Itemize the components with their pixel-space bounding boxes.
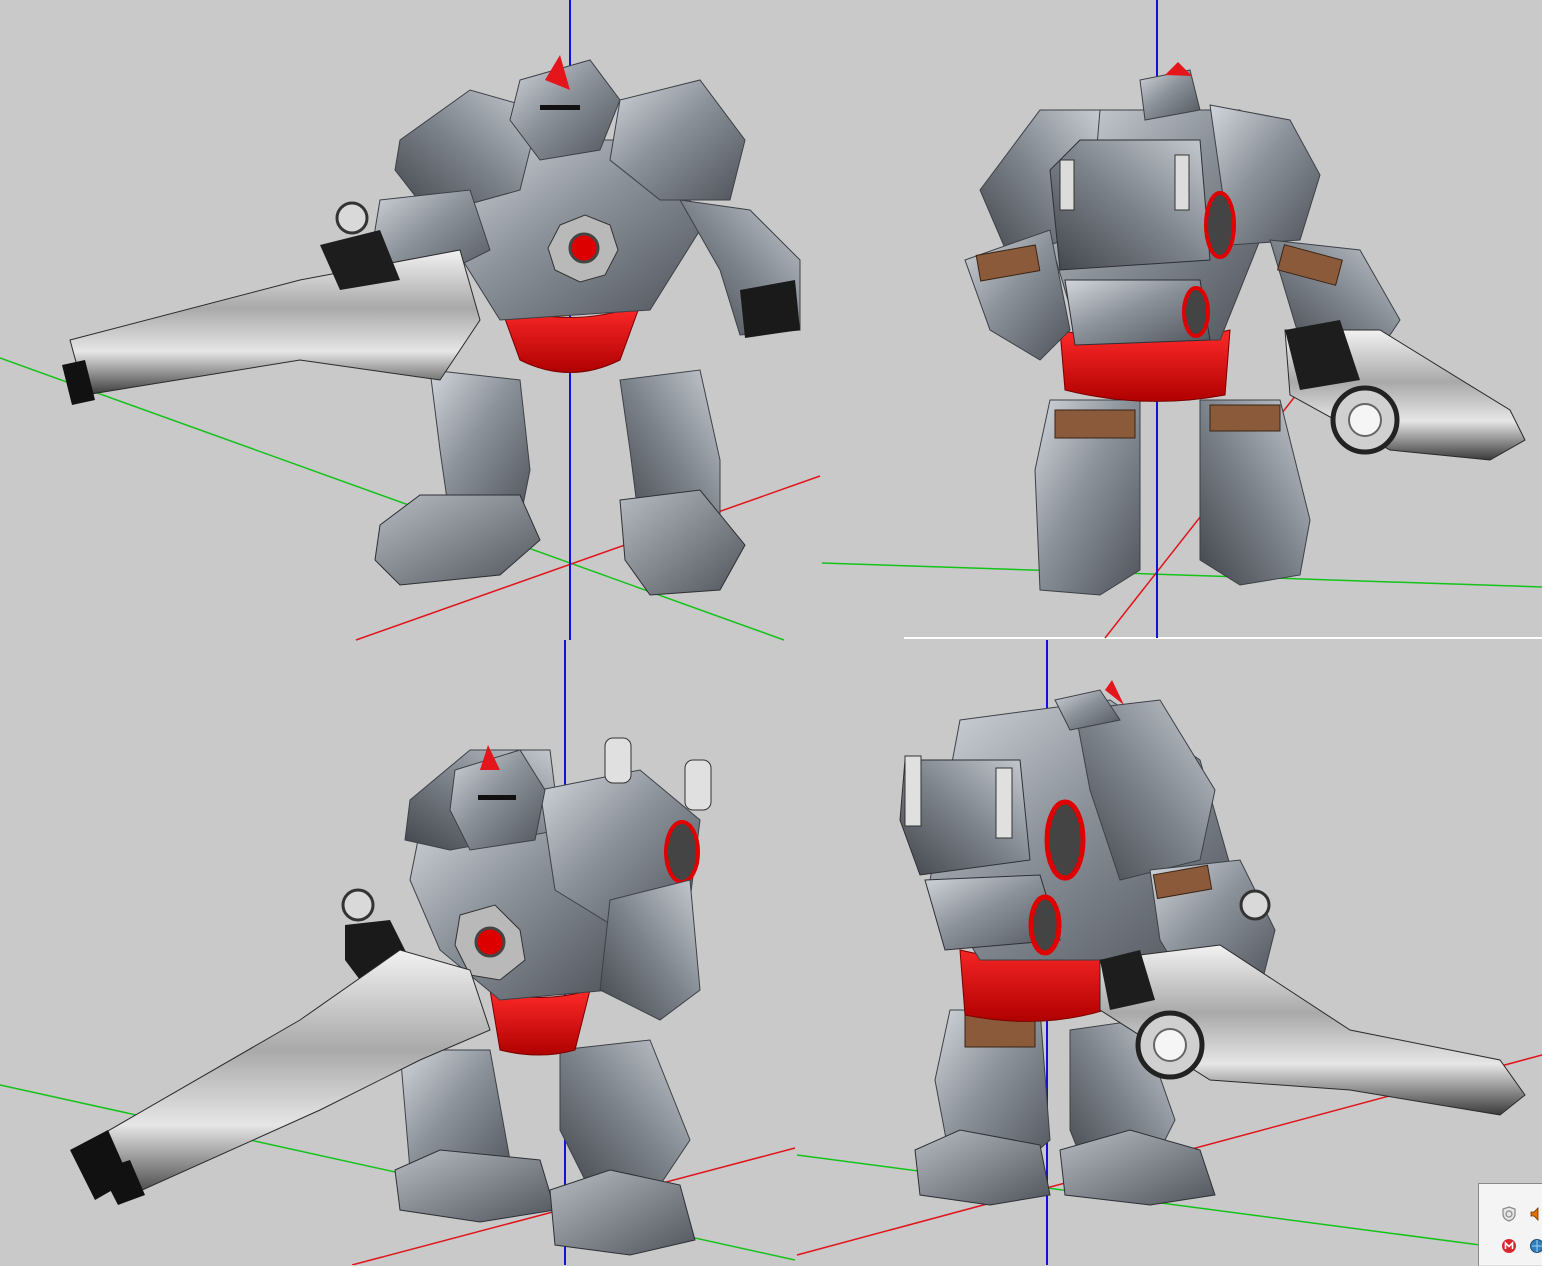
robot-model — [900, 680, 1525, 1205]
system-tray — [1478, 1183, 1542, 1266]
model-viewer-canvas[interactable] — [0, 0, 1542, 1265]
viewport-back-three-quarter[interactable] — [797, 640, 1542, 1265]
speaker-icon[interactable] — [1529, 1206, 1542, 1222]
network-icon[interactable] — [1529, 1238, 1542, 1254]
robot-model — [70, 738, 711, 1255]
shield-icon[interactable] — [1501, 1206, 1517, 1222]
viewport-front[interactable] — [0, 0, 820, 640]
mega-icon[interactable] — [1501, 1238, 1517, 1254]
robot-model — [965, 62, 1525, 595]
viewport-back[interactable] — [822, 0, 1542, 638]
viewport-front-three-quarter[interactable] — [0, 640, 795, 1265]
robot-model — [62, 55, 800, 595]
